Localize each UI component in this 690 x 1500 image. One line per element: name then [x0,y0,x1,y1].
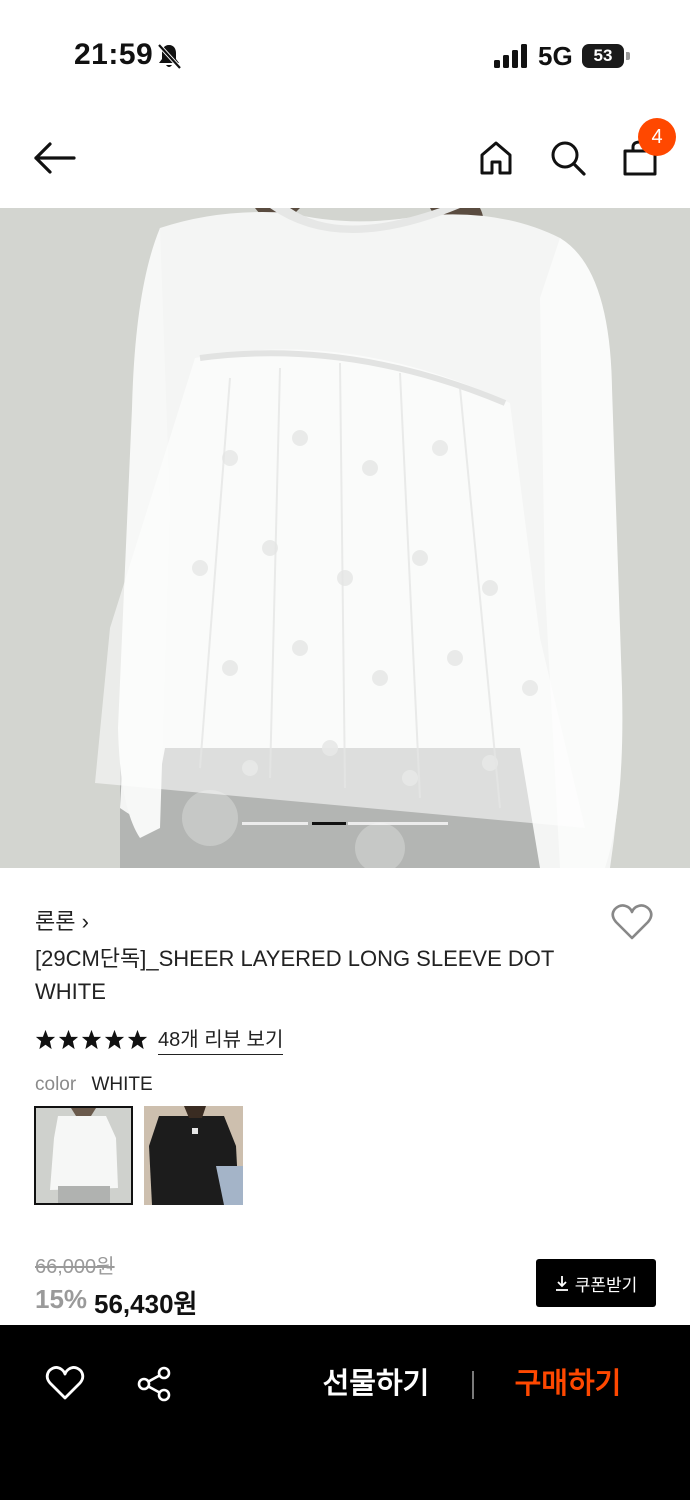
star-icon [127,1029,148,1049]
product-image[interactable] [0,208,690,868]
gift-button[interactable]: 선물하기 [310,1359,442,1409]
battery-icon: 53 [582,44,630,68]
buy-button[interactable]: 구매하기 [500,1359,636,1409]
pager-segment-active [312,822,346,825]
status-bar: 21:59 5G 53 [0,0,690,110]
battery-level: 53 [593,46,613,65]
star-icon [81,1029,102,1049]
coupon-button[interactable]: 쿠폰받기 [536,1259,656,1307]
bell-off-icon [157,43,182,70]
bottom-action-bar: 선물하기 구매하기 [0,1325,690,1500]
heart-icon[interactable] [610,902,654,942]
product-photo [0,208,690,868]
share-icon[interactable] [136,1366,172,1402]
discount-rate: 15% [35,1284,88,1314]
signal-icon [494,44,527,68]
product-title: [29CM단독]_SHEER LAYERED LONG SLEEVE DOT W… [35,946,554,1004]
divider [472,1371,474,1399]
heart-icon[interactable] [45,1365,85,1401]
gallery-pager [242,822,448,825]
color-row: color WHITE [35,1074,153,1096]
sale-price: 56,430원 [94,1289,198,1319]
app-header [0,110,690,208]
back-arrow-icon[interactable] [30,138,80,178]
cart-count-badge: 4 [638,118,676,156]
star-icon [58,1029,79,1049]
color-swatch-white[interactable] [34,1106,133,1205]
status-time: 21:59 [74,38,154,71]
rating-row: 48개 리뷰 보기 [35,1023,284,1055]
brand-link[interactable]: 론론 › [35,904,89,936]
black-swatch-image [144,1106,243,1205]
pager-segment [242,822,308,825]
pager-segment [348,822,448,825]
network-label: 5G [538,41,573,71]
color-value: WHITE [91,1074,153,1095]
search-icon[interactable] [548,138,588,178]
original-price: 66,000원 [35,1256,115,1278]
color-label: color [35,1074,77,1095]
color-swatch-black[interactable] [144,1106,243,1205]
home-icon[interactable] [476,138,516,178]
review-link[interactable]: 48개 리뷰 보기 [158,1023,284,1055]
star-rating [35,1029,148,1050]
star-icon [104,1029,125,1049]
white-swatch-image [36,1108,131,1203]
star-icon [35,1029,56,1049]
coupon-label: 쿠폰받기 [574,1275,638,1295]
download-icon [555,1276,568,1291]
